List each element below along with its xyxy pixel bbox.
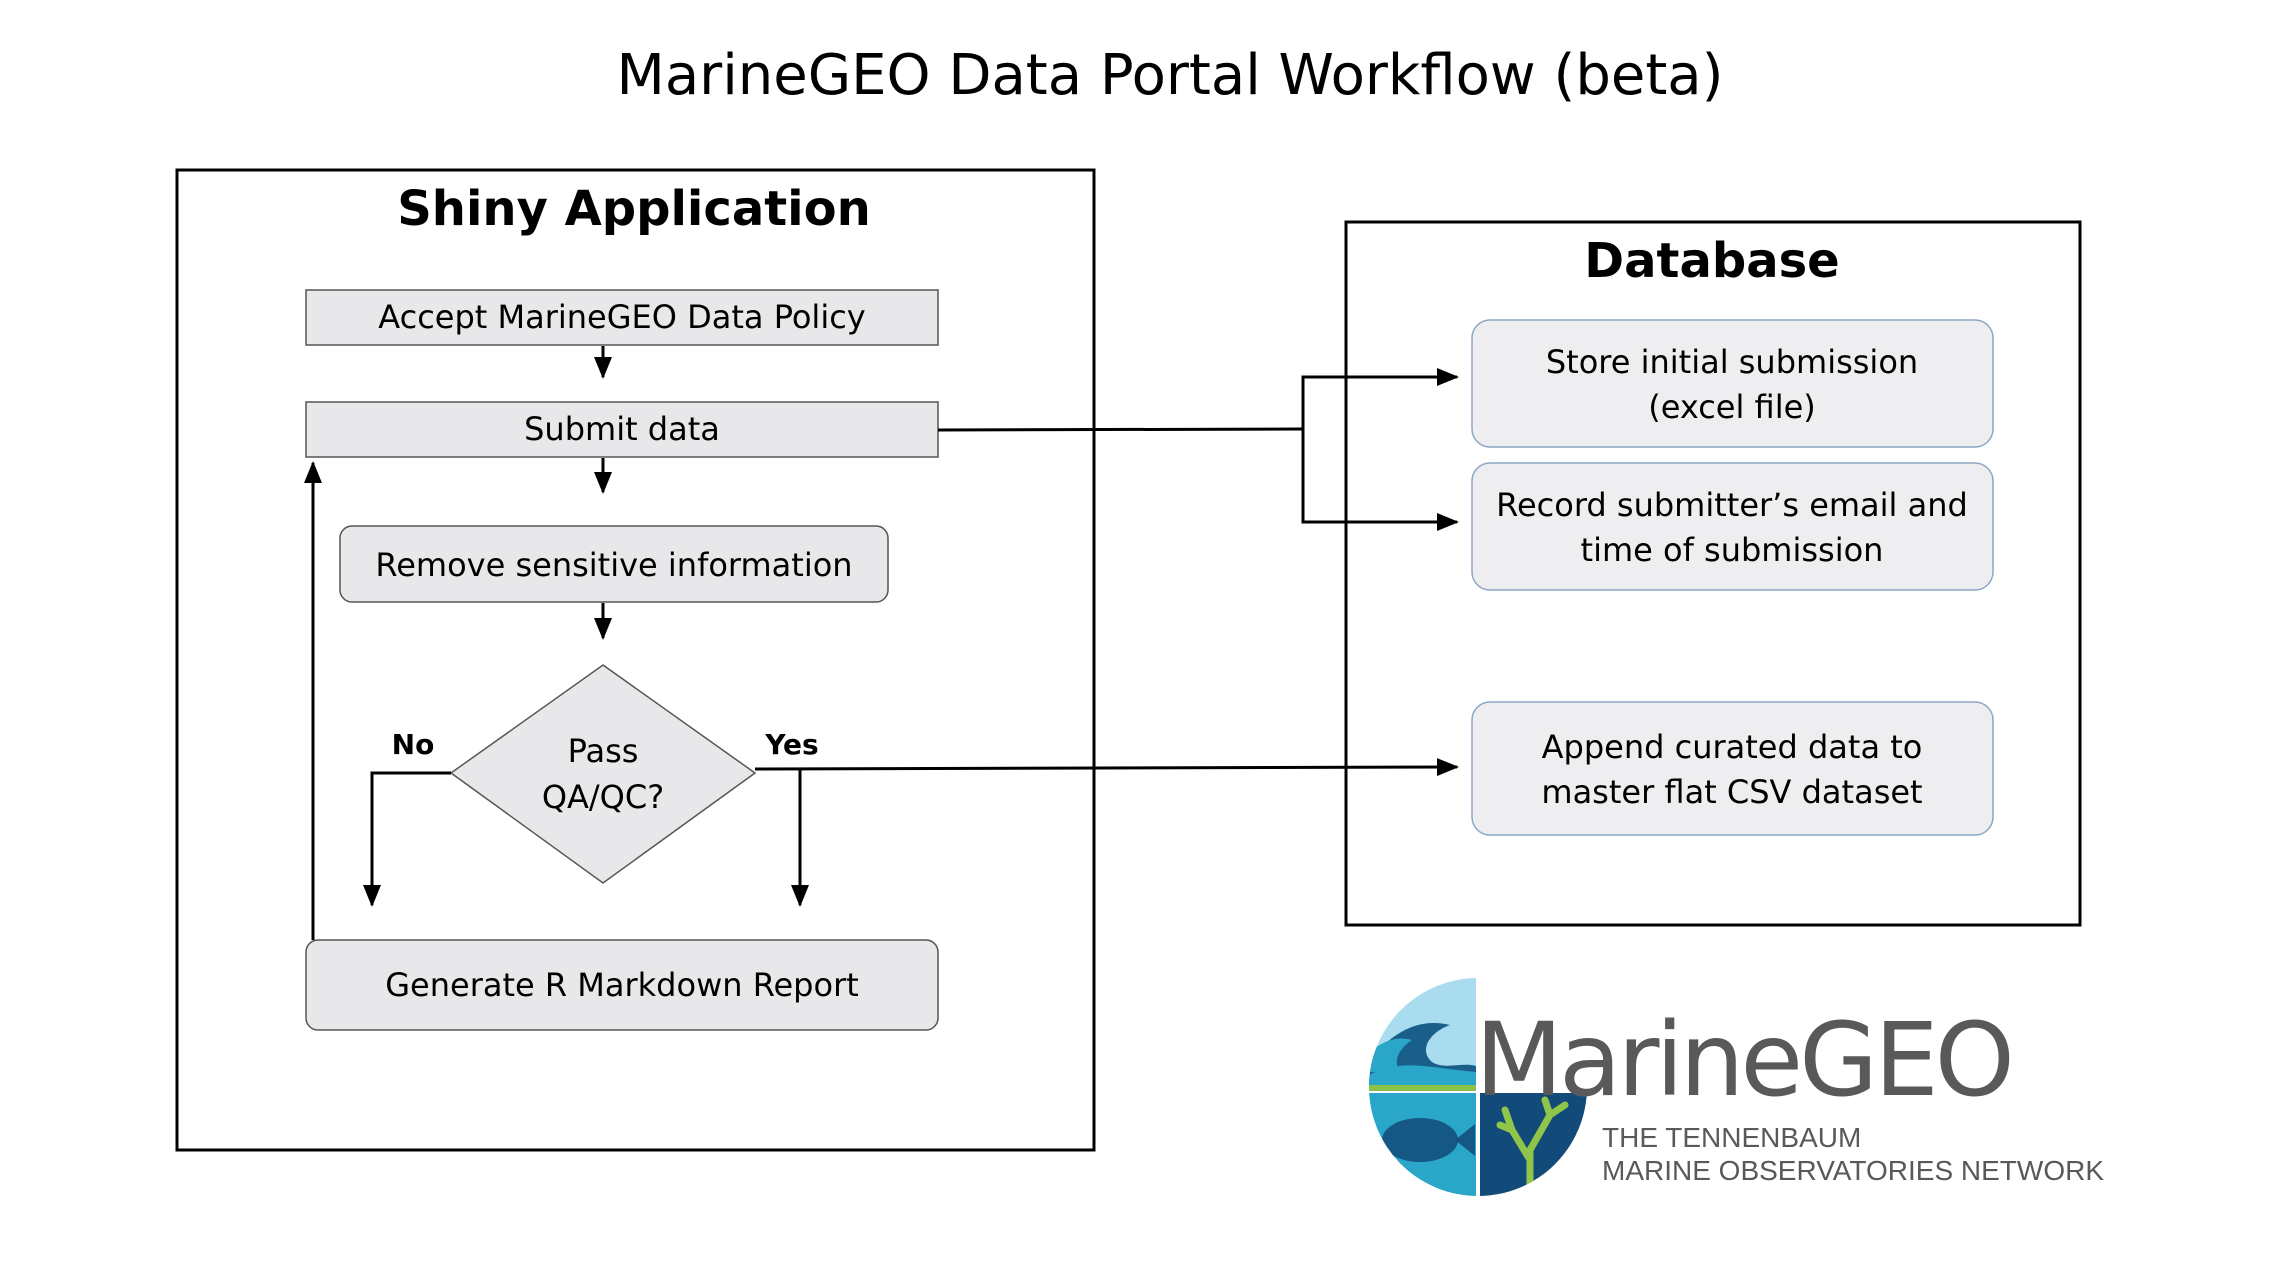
marinegeo-logo: MarineGEO THE TENNENBAUM MARINE OBSERVAT… [1369, 978, 2104, 1196]
node-remove-sensitive-label: Remove sensitive information [375, 546, 852, 584]
node-generate-report: Generate R Markdown Report [305, 939, 939, 1031]
node-append-curated-line-2: master flat CSV dataset [1541, 773, 1922, 811]
shiny-panel-title: Shiny Application [397, 181, 871, 237]
logo-subtitle-line-1: THE TENNENBAUM [1602, 1122, 1861, 1153]
database-panel-title: Database [1584, 233, 1839, 289]
node-submit-data-label: Submit data [524, 410, 720, 448]
node-generate-report-label: Generate R Markdown Report [385, 966, 859, 1004]
node-pass-qaqc-decision: Pass QA/QC? [449, 664, 757, 884]
workflow-diagram: MarineGEO Data Portal Workflow (beta) Sh… [175, 43, 2104, 1196]
node-append-curated: Append curated data to master flat CSV d… [1471, 701, 1994, 836]
node-append-curated-line-1: Append curated data to [1542, 728, 1923, 766]
node-store-initial-line-1: Store initial submission [1546, 343, 1918, 381]
decision-line-1: Pass [568, 732, 639, 770]
node-record-email-line-2: time of submission [1581, 531, 1884, 569]
node-remove-sensitive: Remove sensitive information [339, 525, 889, 603]
decision-line-2: QA/QC? [542, 778, 664, 816]
node-accept-policy-label: Accept MarineGEO Data Policy [378, 298, 865, 336]
edge-label-yes: Yes [764, 728, 818, 761]
node-submit-data: Submit data [305, 401, 939, 458]
edge-submit-to-store [1301, 368, 1459, 523]
logo-wordmark: MarineGEO [1475, 1001, 2011, 1120]
edge-decision-no [363, 771, 451, 907]
edge-decision-yes-to-append [754, 758, 1459, 777]
node-accept-policy: Accept MarineGEO Data Policy [305, 289, 939, 346]
node-store-initial: Store initial submission (excel file) [1471, 319, 1994, 448]
node-store-initial-line-2: (excel file) [1648, 388, 1816, 426]
edge-submit-to-db [937, 427, 1304, 432]
edge-submit-to-record [1301, 429, 1459, 531]
node-record-email-line-1: Record submitter’s email and [1496, 486, 1968, 524]
logo-subtitle-line-2: MARINE OBSERVATORIES NETWORK [1602, 1155, 2104, 1186]
node-record-email: Record submitter’s email and time of sub… [1471, 462, 1994, 591]
page-title: MarineGEO Data Portal Workflow (beta) [617, 43, 1724, 108]
edge-label-no: No [392, 728, 435, 761]
